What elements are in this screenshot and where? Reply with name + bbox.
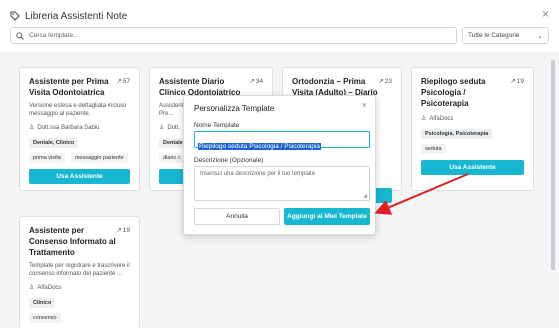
category-select-value: Tutte le Categorie — [468, 32, 520, 39]
card-title: Assistente per Prima Visita Odontoiatric… — [29, 77, 109, 97]
tag: messaggio paziente — [70, 153, 128, 163]
card-title: Assistente per Consenso Informato al Tra… — [29, 226, 116, 257]
category-badge: Psicologia, Psicoterapia — [421, 129, 493, 139]
add-to-my-templates-button[interactable]: Aggiungi ai Miei Template — [284, 208, 370, 225]
template-card: Assistente per Prima Visita Odontoiatric… — [19, 67, 140, 191]
chevron-down-icon: ⌄ — [537, 32, 543, 40]
search-input[interactable]: Cerca template... — [10, 27, 457, 44]
usage-count: ↗ 19 — [510, 77, 524, 86]
tag: diario c — [159, 153, 185, 163]
use-assistant-button[interactable]: Usa Assistente — [421, 160, 524, 175]
description-label: Descrizione (Opzionale) — [194, 157, 264, 164]
tag-icon — [10, 11, 20, 21]
usage-count: ↗ 57 — [116, 77, 130, 86]
page-header: Libreria Assistenti Note — [10, 8, 127, 24]
usage-count: ↗ 23 — [378, 77, 392, 86]
trend-icon: ↗ — [510, 78, 516, 85]
card-description: Versione estesa e dettagliata incluso me… — [29, 103, 127, 117]
dialog-title: Personalizza Template — [194, 104, 275, 113]
search-icon — [16, 31, 24, 40]
template-name-field[interactable]: Riepilogo seduta Psicologia / Psicoterap… — [194, 131, 370, 150]
card-author: ♙ Dott.ssa Barbara Sabiu — [29, 124, 100, 132]
close-icon[interactable]: × — [542, 7, 549, 21]
user-icon: ♙ — [29, 285, 35, 291]
customize-template-dialog: Personalizza Template × Nome Template Ri… — [183, 95, 376, 235]
category-badge: Dentale, Clinico — [29, 138, 79, 148]
category-select[interactable]: Tutte le Categorie ⌄ — [462, 27, 549, 44]
trend-icon: ↗ — [116, 227, 122, 234]
use-assistant-button[interactable]: Usa Assistente — [29, 169, 130, 184]
description-placeholder: Inserisci una descrizione per il tuo tem… — [200, 171, 316, 177]
user-icon: ♙ — [159, 125, 165, 131]
tag: seduta — [421, 144, 446, 154]
template-name-value: Riepilogo seduta Psicologia / Psicoterap… — [198, 143, 322, 150]
search-placeholder: Cerca template... — [29, 32, 79, 39]
card-author: ♙ AlfaDocs — [29, 284, 62, 292]
tag: consenso — [29, 313, 61, 323]
card-title: Riepilogo seduta Psicologia / Psicoterap… — [421, 77, 486, 108]
resize-handle-icon[interactable]: ◢ — [363, 193, 367, 199]
trend-icon: ↗ — [378, 78, 384, 85]
trend-icon: ↗ — [249, 78, 255, 85]
cancel-button[interactable]: Annulla — [194, 208, 280, 225]
user-icon: ♙ — [421, 116, 427, 122]
usage-count: ↗ 19 — [116, 226, 130, 235]
card-description: Template per registrare e trascrivere il… — [29, 263, 130, 277]
close-icon[interactable]: × — [362, 100, 367, 110]
template-card: Assistente per Consenso Informato al Tra… — [19, 216, 140, 328]
name-label: Nome Template — [194, 122, 240, 129]
template-description-field[interactable]: Inserisci una descrizione per il tuo tem… — [194, 166, 370, 201]
trend-icon: ↗ — [116, 78, 122, 85]
card-author: ♙ AlfaDocs — [421, 115, 454, 123]
user-icon: ♙ — [29, 125, 35, 131]
template-card: Riepilogo seduta Psicologia / Psicoterap… — [411, 67, 534, 191]
usage-count: ↗ 34 — [249, 77, 263, 86]
category-badge: Clinico — [29, 298, 56, 308]
tag: prima visita — [29, 153, 65, 163]
page-title: Libreria Assistenti Note — [25, 10, 128, 22]
scrollbar[interactable] — [551, 60, 555, 270]
